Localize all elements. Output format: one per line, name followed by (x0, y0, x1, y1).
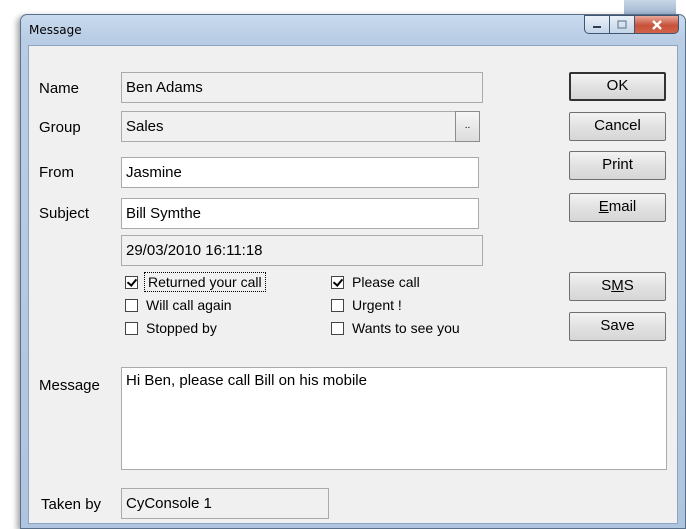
group-field: Sales (121, 111, 456, 142)
background-decoration (624, 0, 676, 14)
maximize-icon (617, 20, 627, 29)
checkbox-label: Stopped by (146, 320, 217, 336)
checkbox-checked-icon (331, 275, 344, 289)
checkbox-label: Will call again (146, 297, 232, 313)
window-title: Message (29, 23, 82, 37)
message-dialog: Message Name Ben Adams Group Sales .. Fr… (20, 14, 686, 529)
email-button[interactable]: Email (569, 193, 666, 222)
checkbox-unchecked-icon (331, 298, 344, 312)
save-button[interactable]: Save (569, 312, 666, 341)
email-mnemonic: E (598, 198, 609, 215)
checkbox-wants-to-see[interactable]: Wants to see you (331, 320, 460, 336)
checkbox-unchecked-icon (331, 321, 344, 335)
group-label: Group (39, 119, 81, 136)
caption-buttons (584, 15, 679, 35)
checkbox-stopped-by[interactable]: Stopped by (125, 320, 217, 336)
sms-mnemonic: M (611, 277, 624, 294)
sms-label-rest: S (623, 277, 634, 294)
checkbox-checked-icon (125, 275, 138, 289)
checkbox-label: Please call (352, 274, 420, 290)
title-bar[interactable]: Message (21, 15, 685, 45)
message-label: Message (39, 377, 100, 394)
close-button[interactable] (635, 15, 679, 34)
close-icon (651, 19, 662, 30)
checkbox-label: Urgent ! (352, 297, 402, 313)
checkbox-will-call-again[interactable]: Will call again (125, 297, 232, 313)
taken-by-field: CyConsole 1 (121, 488, 329, 519)
checkbox-unchecked-icon (125, 321, 138, 335)
subject-label: Subject (39, 205, 90, 222)
print-button[interactable]: Print (569, 151, 666, 180)
checkbox-returned-call[interactable]: Returned your call (125, 272, 266, 292)
from-label: From (39, 164, 74, 181)
name-label: Name (39, 80, 80, 97)
cancel-button[interactable]: Cancel (569, 112, 666, 141)
message-textarea[interactable]: Hi Ben, please call Bill on his mobile (121, 367, 667, 470)
checkbox-urgent[interactable]: Urgent ! (331, 297, 402, 313)
name-field: Ben Adams (121, 72, 483, 103)
subject-field[interactable]: Bill Symthe (121, 198, 479, 229)
maximize-button[interactable] (610, 15, 635, 34)
minimize-icon (593, 25, 601, 28)
group-browse-button[interactable]: .. (455, 111, 480, 142)
checkbox-please-call[interactable]: Please call (331, 274, 420, 290)
checkbox-unchecked-icon (125, 298, 138, 312)
datetime-field: 29/03/2010 16:11:18 (121, 235, 483, 266)
checkbox-label: Returned your call (144, 272, 266, 292)
email-label-rest: mail (608, 198, 637, 215)
dialog-body: Name Ben Adams Group Sales .. From Jasmi… (28, 45, 678, 524)
from-field[interactable]: Jasmine (121, 157, 479, 188)
minimize-button[interactable] (584, 15, 610, 34)
sms-button[interactable]: SMS (569, 272, 666, 301)
taken-by-label: Taken by (41, 496, 102, 513)
checkbox-label: Wants to see you (352, 320, 460, 336)
ok-button[interactable]: OK (569, 72, 666, 101)
sms-label-prefix: S (601, 277, 612, 294)
